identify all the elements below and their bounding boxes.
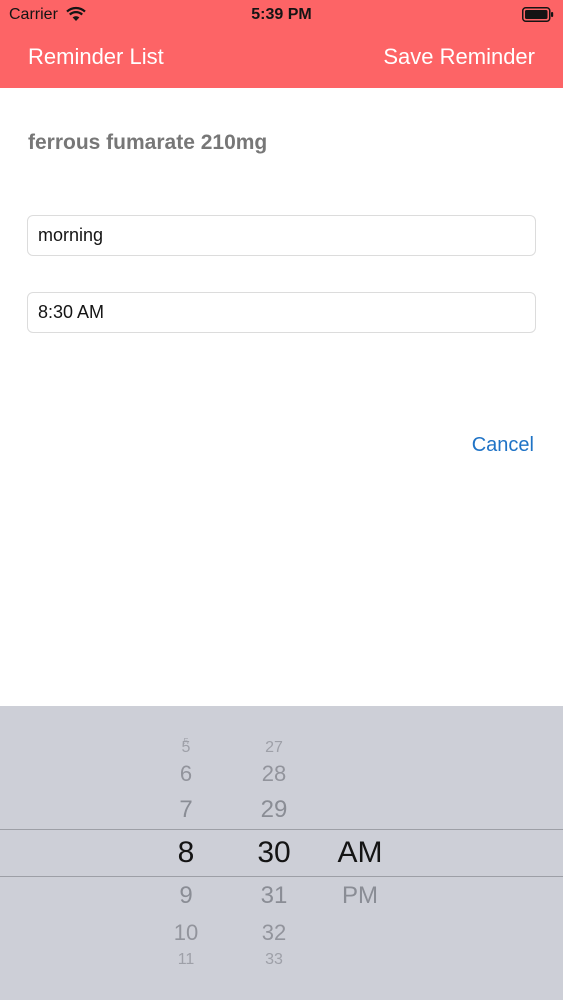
minute-option: 27 (265, 739, 283, 756)
battery-icon (522, 7, 554, 22)
cancel-button[interactable]: Cancel (472, 434, 534, 457)
time-picker[interactable]: 5 5 6 7 8 9 10 11 27 28 29 30 31 32 33 A… (0, 706, 563, 1000)
status-bar: Carrier 5:39 PM (0, 0, 563, 30)
minute-wheel[interactable]: 27 28 29 30 31 32 33 (234, 706, 314, 1000)
medication-name: ferrous fumarate 210mg (28, 131, 268, 154)
hour-wheel[interactable]: 5 5 6 7 8 9 10 11 (146, 706, 226, 1000)
hour-option[interactable]: 6 (146, 763, 226, 785)
save-reminder-button[interactable]: Save Reminder (383, 44, 535, 70)
status-time: 5:39 PM (251, 6, 312, 23)
minute-option[interactable]: 28 (234, 763, 314, 785)
hour-option: 11 (177, 951, 195, 968)
minute-option[interactable]: 32 (234, 922, 314, 944)
header: Carrier 5:39 PM Reminder List Save Remin… (0, 0, 563, 88)
reminder-time-input[interactable] (27, 292, 536, 333)
hour-option-selected[interactable]: 8 (146, 838, 226, 868)
period-option-selected[interactable]: AM (320, 838, 400, 868)
period-option[interactable]: PM (320, 884, 400, 908)
hour-option: 5 (181, 739, 191, 756)
hour-option[interactable]: 7 (146, 798, 226, 822)
minute-option: 33 (265, 951, 283, 968)
minute-option[interactable]: 29 (234, 798, 314, 822)
period-wheel[interactable]: AM PM (320, 706, 400, 1000)
minute-option-selected[interactable]: 30 (234, 838, 314, 868)
hour-option[interactable]: 10 (146, 922, 226, 944)
hour-option[interactable]: 9 (146, 884, 226, 908)
reminder-list-button[interactable]: Reminder List (28, 44, 164, 70)
minute-option[interactable]: 31 (234, 884, 314, 908)
reminder-label-input[interactable] (27, 215, 536, 256)
